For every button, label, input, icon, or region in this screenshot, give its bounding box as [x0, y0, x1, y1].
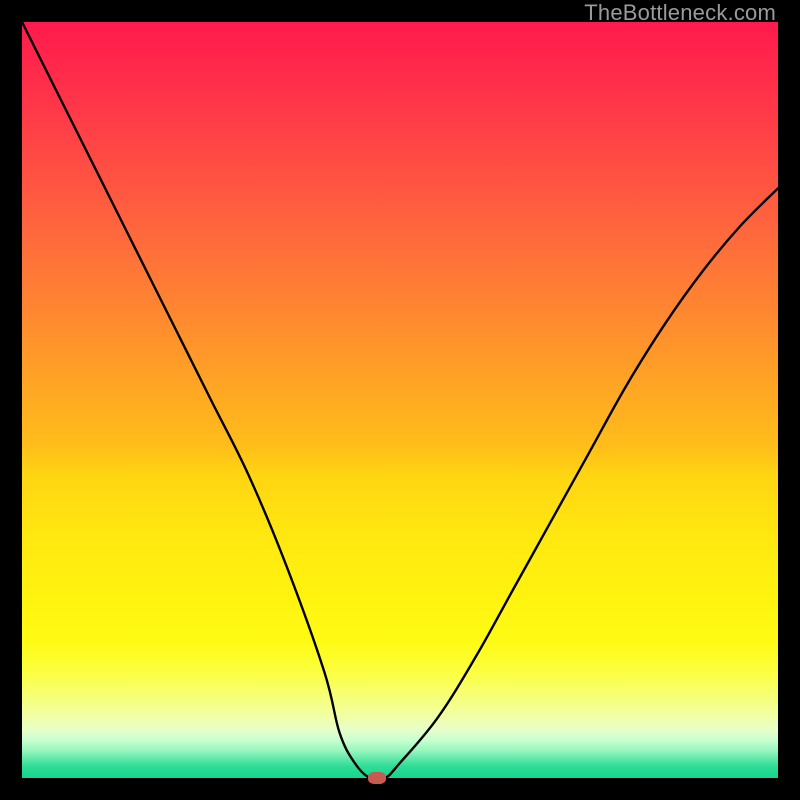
watermark-text: TheBottleneck.com — [584, 0, 776, 26]
bottleneck-curve — [22, 22, 778, 778]
plot-area — [22, 22, 778, 778]
optimal-marker — [368, 772, 386, 784]
chart-frame: TheBottleneck.com — [0, 0, 800, 800]
